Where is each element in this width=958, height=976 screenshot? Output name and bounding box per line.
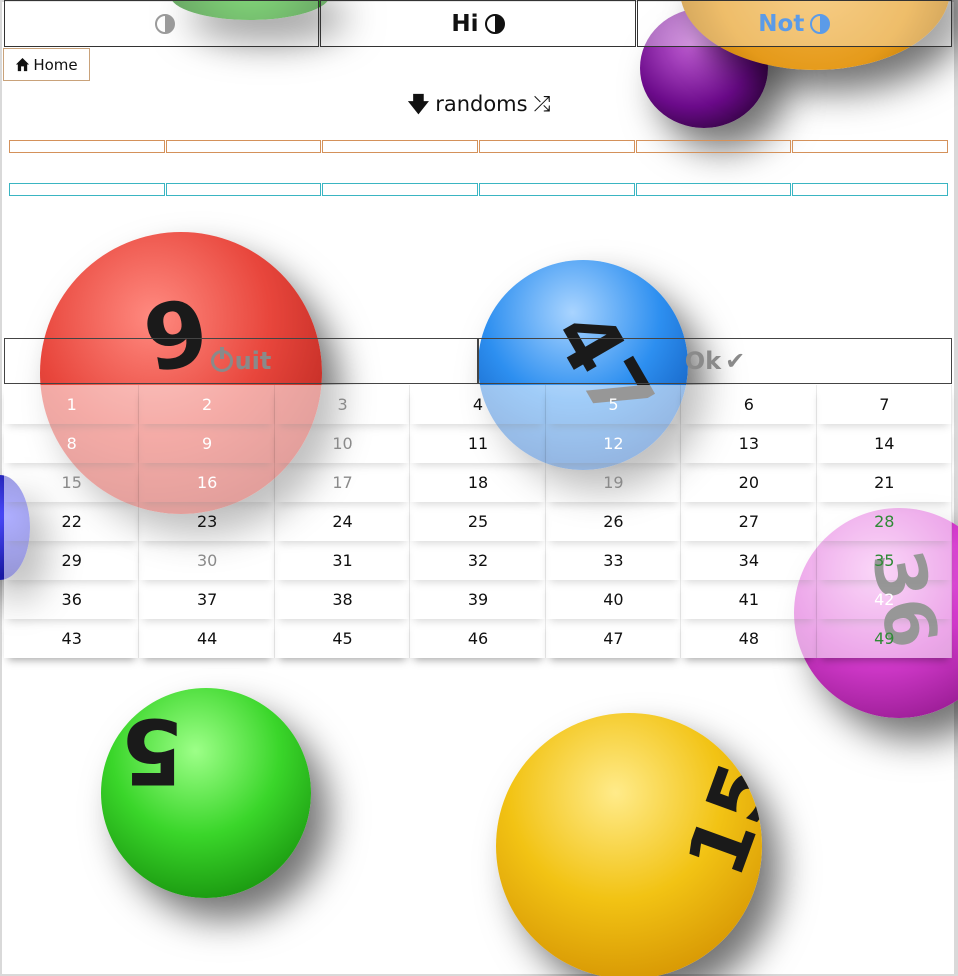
randoms-label: randoms — [435, 92, 528, 116]
random-slot — [165, 183, 322, 196]
number-cell[interactable]: 4 — [410, 385, 546, 424]
number-cell[interactable]: 47 — [545, 619, 682, 658]
number-grid: 1 2 3 4 5 6 7 8 9 10 11 12 13 14 15 16 17 18 19 20 21 22 23 24 2… — [4, 385, 952, 658]
number-cell[interactable]: 18 — [410, 463, 546, 502]
random-slots-row — [9, 183, 949, 196]
number-cell[interactable]: 33 — [545, 541, 682, 580]
check-icon: ✔ — [725, 347, 746, 375]
number-cell[interactable]: 1 — [4, 385, 140, 424]
number-cell[interactable]: 46 — [410, 619, 546, 658]
number-cell[interactable]: 45 — [274, 619, 411, 658]
number-cell[interactable]: 30 — [139, 541, 275, 580]
action-bar: uit Ok ✔ — [4, 338, 952, 384]
number-cell[interactable]: 7 — [816, 385, 952, 424]
picked-slot — [9, 140, 165, 153]
tab-not[interactable]: Not — [636, 0, 952, 47]
tab-label: Hi — [451, 10, 479, 37]
number-cell[interactable]: 23 — [139, 502, 275, 541]
number-cell[interactable]: 14 — [816, 424, 952, 463]
number-cell[interactable]: 2 — [139, 385, 275, 424]
number-cell[interactable]: 31 — [274, 541, 411, 580]
tab-default[interactable] — [4, 0, 320, 47]
number-cell[interactable]: 39 — [410, 580, 546, 619]
number-cell[interactable]: 8 — [4, 424, 140, 463]
number-cell[interactable]: 35 — [816, 541, 952, 580]
tab-hi[interactable]: Hi — [320, 0, 636, 47]
random-slot — [322, 183, 479, 196]
number-cell[interactable]: 5 — [545, 385, 682, 424]
number-cell[interactable]: 41 — [681, 580, 817, 619]
number-cell[interactable]: 21 — [816, 463, 952, 502]
number-cell[interactable]: 37 — [139, 580, 275, 619]
quit-label: uit — [234, 347, 272, 375]
random-slot — [635, 183, 792, 196]
picked-slot — [322, 140, 479, 153]
ok-button[interactable]: Ok ✔ — [478, 338, 952, 384]
randoms-button[interactable]: 🡇 randoms ⤮ — [0, 90, 958, 125]
tab-label: Not — [758, 10, 805, 37]
number-cell[interactable]: 24 — [274, 502, 411, 541]
home-label: Home — [33, 55, 78, 74]
random-slot — [792, 183, 949, 196]
number-cell[interactable]: 15 — [4, 463, 140, 502]
number-cell[interactable]: 19 — [545, 463, 682, 502]
number-cell[interactable]: 49 — [816, 619, 952, 658]
picked-slot — [635, 140, 792, 153]
number-cell[interactable]: 25 — [410, 502, 546, 541]
shuffle-icon: ⤮ — [533, 92, 551, 116]
picked-slot — [479, 140, 635, 153]
picked-slots-row — [9, 140, 949, 153]
ball-label: 15 — [668, 751, 762, 888]
random-slot — [479, 183, 635, 196]
home-icon — [16, 57, 30, 72]
number-cell[interactable]: 32 — [410, 541, 546, 580]
number-cell[interactable]: 48 — [681, 619, 817, 658]
number-cell[interactable]: 42 — [816, 580, 952, 619]
number-cell[interactable]: 40 — [545, 580, 682, 619]
contrast-icon — [484, 13, 505, 34]
number-cell[interactable]: 28 — [816, 502, 952, 541]
number-cell[interactable]: 16 — [139, 463, 275, 502]
number-cell[interactable]: 3 — [274, 385, 411, 424]
arrow-down-icon: 🡇 — [407, 92, 430, 116]
picked-slot — [165, 140, 322, 153]
ball-image-green: 5 — [101, 688, 311, 898]
home-button[interactable]: Home — [3, 48, 90, 81]
number-cell[interactable]: 36 — [4, 580, 140, 619]
number-cell[interactable]: 43 — [4, 619, 140, 658]
number-cell[interactable]: 10 — [274, 424, 411, 463]
number-cell[interactable]: 12 — [545, 424, 682, 463]
contrast-icon — [154, 13, 175, 34]
ok-label: Ok — [684, 347, 722, 375]
number-cell[interactable]: 9 — [139, 424, 275, 463]
power-icon — [210, 347, 233, 372]
contrast-icon — [810, 13, 831, 34]
number-cell[interactable]: 44 — [139, 619, 275, 658]
picked-slot — [792, 140, 949, 153]
mode-tabs: Hi Not — [4, 0, 952, 47]
number-cell[interactable]: 34 — [681, 541, 817, 580]
number-cell[interactable]: 27 — [681, 502, 817, 541]
ball-image-yellow: 15 — [496, 713, 762, 976]
number-cell[interactable]: 11 — [410, 424, 546, 463]
random-slot — [9, 183, 165, 196]
quit-button[interactable]: uit — [4, 338, 478, 384]
number-cell[interactable]: 22 — [4, 502, 140, 541]
number-cell[interactable]: 20 — [681, 463, 817, 502]
number-cell[interactable]: 29 — [4, 541, 140, 580]
number-cell[interactable]: 26 — [545, 502, 682, 541]
number-cell[interactable]: 38 — [274, 580, 411, 619]
number-cell[interactable]: 6 — [681, 385, 817, 424]
number-cell[interactable]: 17 — [274, 463, 411, 502]
number-cell[interactable]: 13 — [681, 424, 817, 463]
ball-label: 5 — [121, 698, 184, 803]
